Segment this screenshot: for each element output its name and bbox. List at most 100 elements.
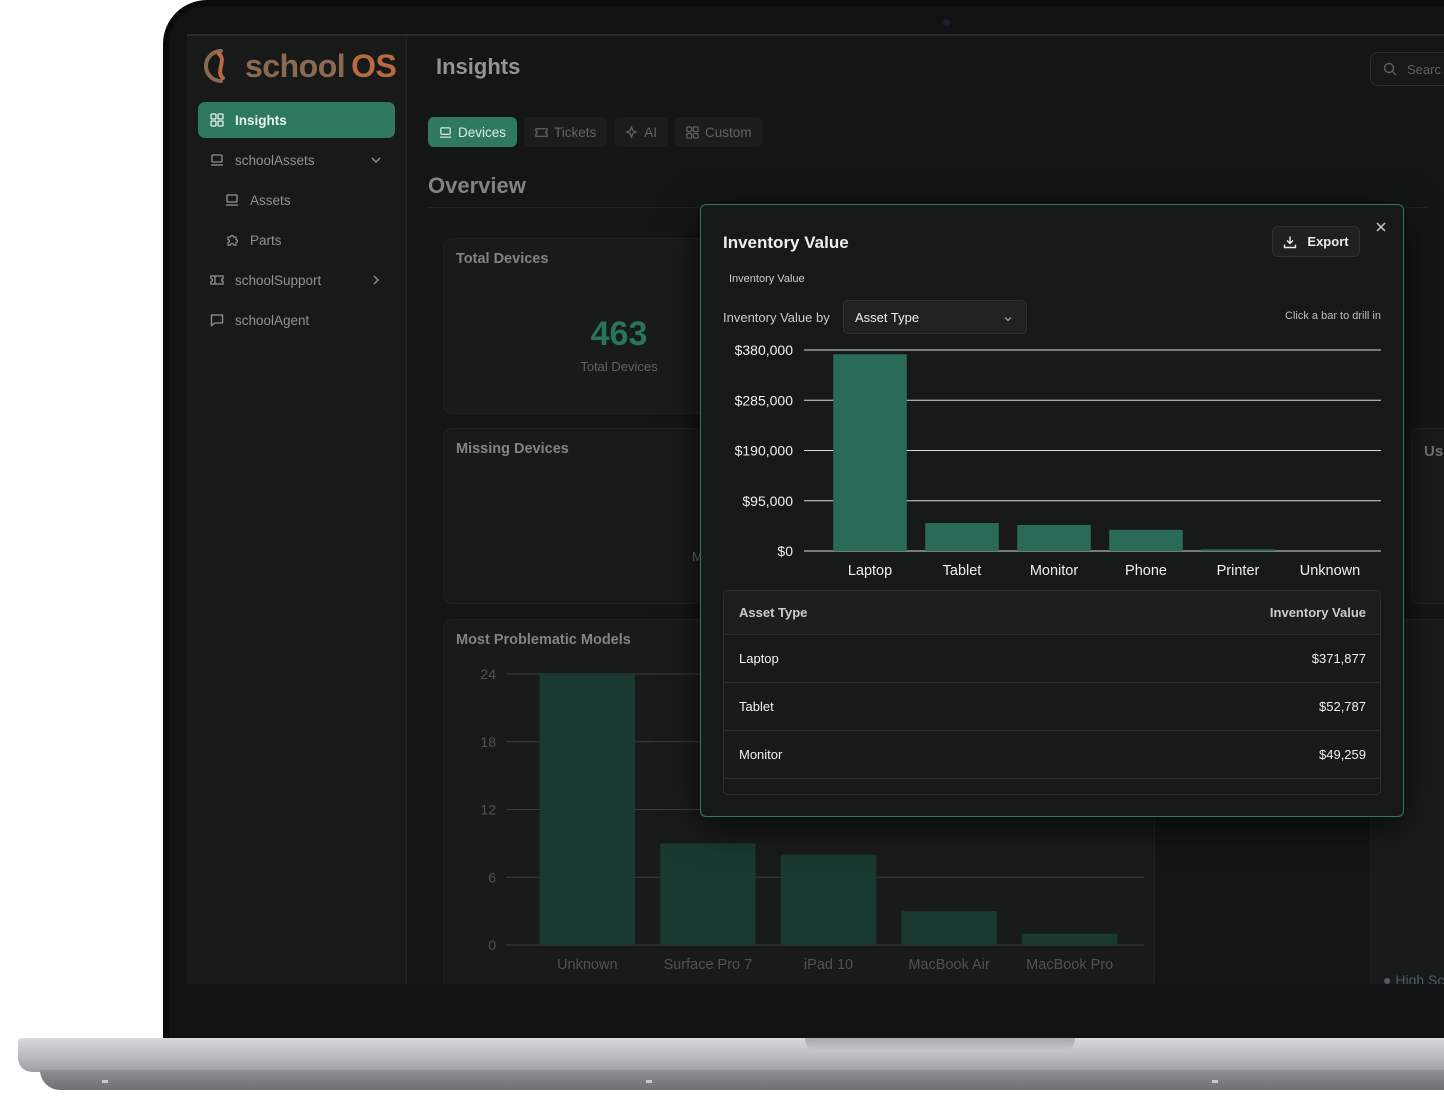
laptop-mockup: school OS Insights schoolAssets Assets P…: [0, 0, 1444, 1098]
laptop-icon: [439, 126, 452, 138]
sidebar: school OS Insights schoolAssets Assets P…: [187, 36, 407, 984]
tab-devices[interactable]: Devices: [428, 117, 518, 147]
modal-title: Inventory Value: [723, 233, 849, 252]
sidebar-item-schoolagent[interactable]: schoolAgent: [198, 302, 395, 338]
x-tick-label: Phone: [1125, 563, 1167, 579]
table-row[interactable]: Monitor $49,259: [724, 731, 1380, 779]
search-icon: [1383, 62, 1397, 76]
laptop-notch: [805, 1038, 1075, 1052]
cell-inventory-value: $49,259: [1319, 747, 1366, 762]
tab-tickets[interactable]: Tickets: [524, 117, 608, 147]
bar[interactable]: [833, 354, 907, 551]
modal-subtitle: Inventory Value: [729, 273, 805, 285]
sidebar-item-schoolsupport[interactable]: schoolSupport: [198, 262, 395, 298]
bar[interactable]: [1017, 524, 1091, 551]
bar[interactable]: [925, 523, 999, 551]
x-tick-label: iPad 10: [804, 957, 853, 973]
ticket-icon: [535, 127, 548, 137]
laptop-base: [18, 1038, 1444, 1072]
users-card[interactable]: Us: [1411, 428, 1444, 604]
cell-inventory-value: $371,877: [1311, 651, 1366, 666]
sidebar-item-label: Insights: [235, 112, 287, 128]
tab-label: Custom: [705, 124, 752, 140]
sidebar-nav: Insights schoolAssets Assets Parts schoo…: [198, 102, 395, 342]
chevron-down-icon[interactable]: [369, 153, 383, 167]
tab-label: Tickets: [554, 124, 597, 140]
y-tick-label: 18: [480, 734, 496, 750]
logo[interactable]: school OS: [201, 44, 397, 88]
group-by-value: Asset Type: [855, 309, 920, 325]
export-label: Export: [1307, 234, 1349, 249]
tab-ai[interactable]: AI: [614, 117, 669, 147]
chevron-down-icon: [1004, 317, 1012, 322]
y-tick-label: 0: [488, 937, 496, 953]
chevron-right-icon[interactable]: [369, 273, 383, 287]
cell-inventory-value: $52,787: [1319, 699, 1366, 714]
sidebar-item-schoolassets[interactable]: schoolAssets: [198, 142, 395, 178]
sidebar-item-assets[interactable]: Assets: [198, 182, 395, 218]
inventory-value-chart[interactable]: $380,000 $285,000 $190,000 $95,000 $0 Laptop T…: [701, 340, 1405, 590]
tab-custom[interactable]: Custom: [675, 117, 763, 147]
x-tick-label: Laptop: [848, 563, 892, 579]
puzzle-icon: [227, 234, 239, 246]
table-row[interactable]: Laptop $371,877: [724, 635, 1380, 683]
column-header-asset-type[interactable]: Asset Type: [739, 605, 807, 620]
laptop-icon: [211, 154, 223, 166]
x-tick-label: Monitor: [1030, 563, 1079, 579]
card-title: Missing Devices: [456, 441, 569, 457]
table-row[interactable]: Tablet $52,787: [724, 683, 1380, 731]
logo-text-school: school: [245, 47, 346, 84]
y-tick-label: $190,000: [735, 443, 794, 459]
sidebar-item-insights[interactable]: Insights: [198, 102, 395, 138]
donut-legend: ● High School ● Middle School ● E: [1383, 972, 1444, 984]
table-header: Asset Type Inventory Value: [724, 591, 1380, 635]
sidebar-item-label: schoolAgent: [235, 312, 310, 328]
export-button[interactable]: Export: [1272, 226, 1360, 257]
cell-asset-type: Laptop: [739, 651, 779, 666]
page-title: Insights: [436, 54, 521, 79]
x-tick-label: Printer: [1217, 563, 1260, 579]
sidebar-item-parts[interactable]: Parts: [198, 222, 395, 258]
group-by-select[interactable]: Asset Type: [843, 300, 1027, 334]
inventory-table: Asset Type Inventory Value Laptop $371,8…: [723, 590, 1381, 795]
bar[interactable]: [660, 843, 756, 945]
insight-tabs: Devices Tickets AI Custom: [428, 117, 763, 147]
y-tick-label: $285,000: [735, 392, 794, 408]
tab-label: AI: [644, 124, 658, 140]
card-title: Total Devices: [456, 251, 549, 267]
y-tick-label: $95,000: [742, 493, 793, 509]
x-tick-label: MacBook Air: [908, 957, 990, 973]
bar[interactable]: [901, 911, 997, 945]
sidebar-item-label: schoolAssets: [235, 152, 315, 168]
x-tick-label: Tablet: [943, 563, 982, 579]
sidebar-item-label: Parts: [250, 232, 282, 248]
search-input[interactable]: Searc: [1370, 52, 1444, 86]
drill-hint: Click a bar to drill in: [1285, 310, 1381, 322]
grid-icon: [210, 113, 224, 127]
bar[interactable]: [1022, 933, 1118, 945]
close-icon[interactable]: [1373, 219, 1389, 235]
bar[interactable]: [539, 674, 635, 945]
inventory-value-modal: Inventory Value Inventory Value Export I…: [700, 204, 1404, 817]
y-tick-label: 12: [480, 802, 496, 818]
tab-label: Devices: [458, 124, 507, 140]
column-header-inventory-value[interactable]: Inventory Value: [1270, 605, 1366, 620]
logo-mark-icon: [204, 49, 225, 83]
download-icon: [1284, 236, 1297, 248]
laptop-icon: [226, 194, 238, 206]
cell-asset-type: Monitor: [739, 747, 783, 762]
bar[interactable]: [1109, 529, 1183, 551]
laptop-foot: [1212, 1080, 1218, 1083]
sidebar-item-label: Assets: [250, 192, 291, 208]
sidebar-item-label: schoolSupport: [235, 272, 322, 288]
x-tick-label: Surface Pro 7: [664, 957, 753, 973]
y-tick-label: $380,000: [735, 342, 794, 358]
laptop-foot: [646, 1080, 652, 1083]
y-tick-label: 6: [488, 869, 496, 885]
bar[interactable]: [1201, 549, 1275, 551]
y-tick-label: 24: [480, 666, 496, 682]
cell-asset-type: Tablet: [739, 699, 774, 714]
grid-icon: [686, 125, 699, 139]
search-placeholder: Searc: [1407, 61, 1441, 77]
bar[interactable]: [780, 854, 877, 945]
